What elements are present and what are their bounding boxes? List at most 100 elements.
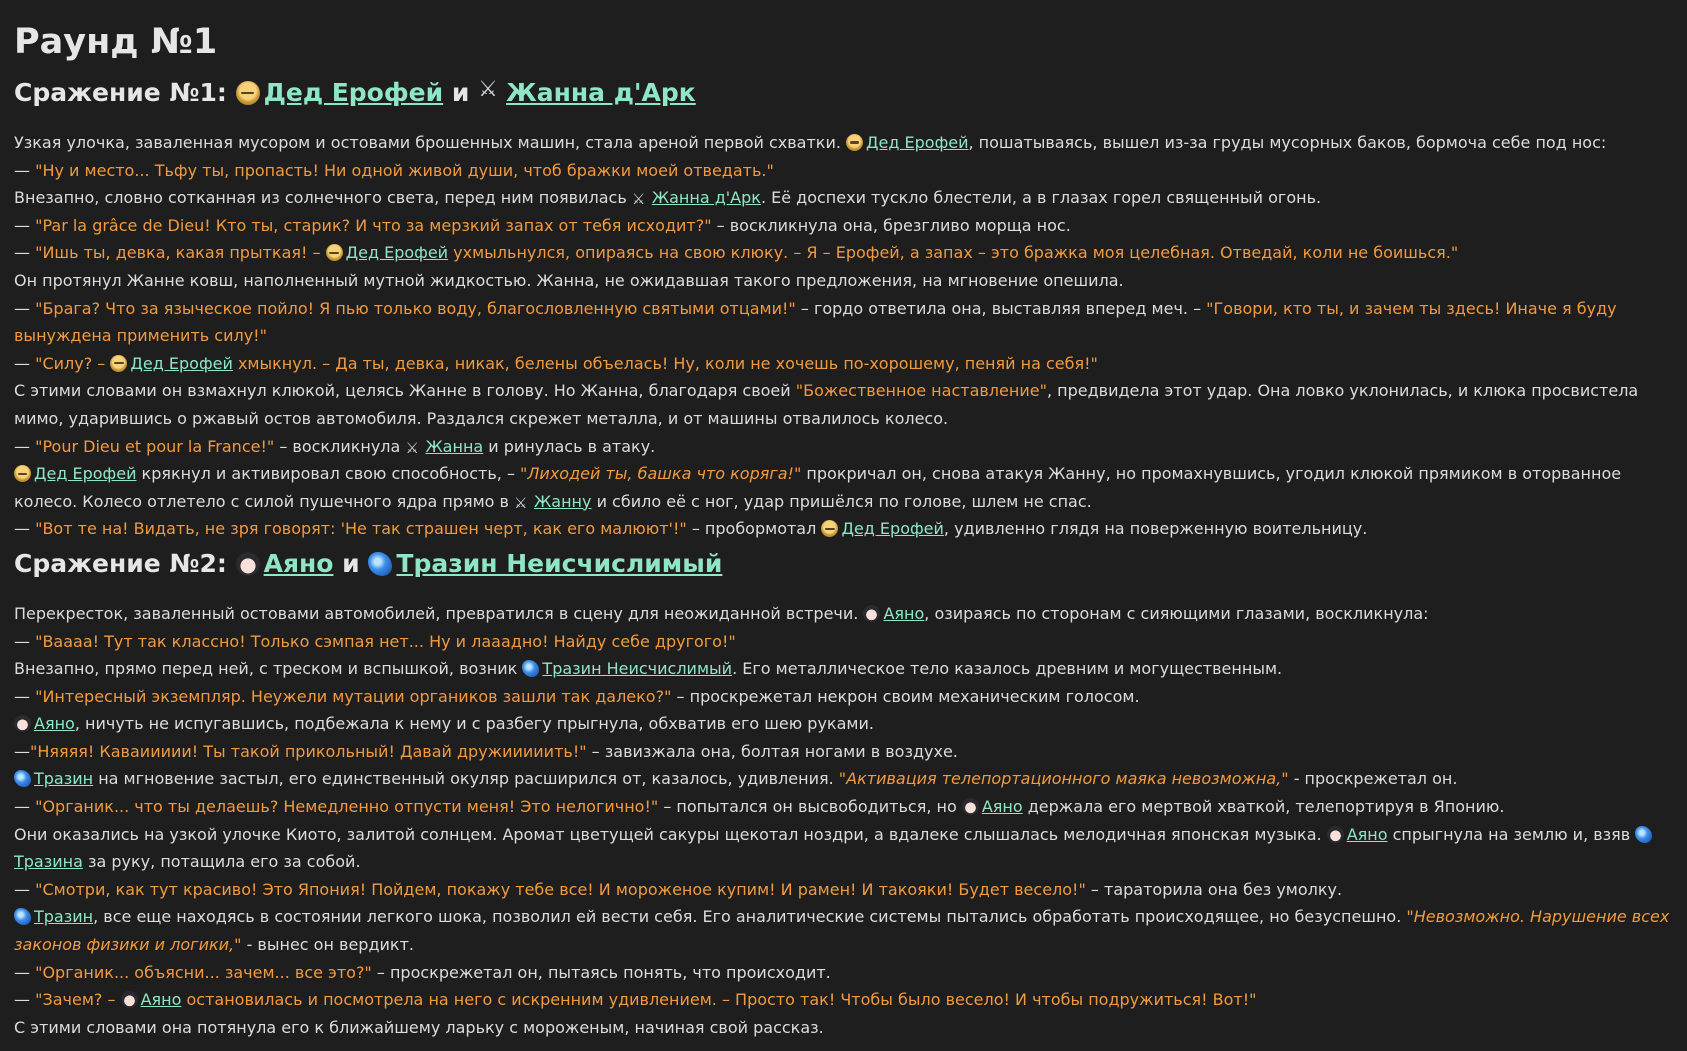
narration: спрыгнула на землю и, взяв	[1387, 824, 1631, 844]
link-ded-erofey[interactable]: Дед Ерофей	[866, 133, 968, 152]
paragraph: Внезапно, словно сотканная из солнечного…	[14, 184, 1673, 214]
link-trazin-neischislimyi[interactable]: Тразин Неисчислимый	[396, 549, 722, 578]
paragraph: С этими словами она потянула его к ближа…	[14, 1017, 824, 1037]
paragraph: — "Ишь ты, девка, какая прыткая! – Дед Е…	[14, 239, 1673, 267]
skill-name: "Божественное наставление"	[795, 381, 1047, 401]
narration: Узкая улочка, заваленная мусором и остов…	[14, 133, 841, 152]
narration: С этими словами он взмахнул клюкой, целя…	[14, 381, 796, 401]
narration: держала его мертвой хваткой, телепортиру…	[1022, 797, 1505, 817]
link-trazina[interactable]: Тразина	[14, 852, 83, 871]
battle-1-text: Узкая улочка, заваленная мусором и остов…	[14, 129, 1673, 543]
old-man-face-icon	[110, 354, 128, 372]
paragraph: — "Зачем? – Аяно остановилась и посмотре…	[14, 986, 1673, 1014]
paragraph: — "Ваааа! Тут так классно! Только сэмпая…	[14, 628, 1673, 656]
heading-and: и	[342, 548, 360, 578]
narration: и сбило её с ног, удар пришёлся по голов…	[591, 491, 1092, 511]
link-ayano[interactable]: Аяно	[34, 714, 75, 733]
dash: —	[14, 797, 36, 817]
link-ded-erofey[interactable]: Дед Ерофей	[841, 519, 943, 538]
link-trazin[interactable]: Тразин	[34, 769, 93, 788]
story-page: Раунд №1 Сражение №1: Дед Ерофей и Жанна…	[0, 0, 1687, 1041]
paragraph: — "Вот те на! Видать, не зря говорят: 'Н…	[14, 515, 1673, 543]
paragraph: Узкая улочка, заваленная мусором и остов…	[14, 129, 1673, 157]
old-man-face-icon	[14, 465, 31, 483]
paragraph: — "Смотри, как тут красиво! Это Япония! …	[14, 876, 1673, 904]
narration: Внезапно, прямо перед ней, с треском и в…	[14, 659, 518, 679]
link-ded-erofey[interactable]: Дед Ерофей	[264, 78, 444, 107]
old-man-face-icon	[325, 244, 343, 262]
dash: —	[14, 160, 36, 180]
speech: "Вот те на! Видать, не зря говорят: 'Не …	[35, 519, 687, 539]
anime-girl-face-icon	[1326, 825, 1344, 843]
link-ded-erofey[interactable]: Дед Ерофей	[130, 354, 232, 373]
narration: . Её доспехи тускло блестели, а в глазах…	[760, 188, 1322, 208]
link-zhanna-dark[interactable]: Жанна д'Арк	[652, 188, 761, 207]
crossed-swords-icon	[405, 435, 422, 463]
speech: хмыкнул. – Да ты, девка, никак, белены о…	[232, 353, 1098, 373]
speech: ухмыльнулся, опираясь на свою клюку. – Я…	[448, 243, 1459, 263]
skill-phrase: "Лиходей ты, башка что коряга!"	[520, 464, 802, 484]
paragraph: Тразин, все еще находясь в состоянии лег…	[14, 903, 1673, 958]
speech: остановилась и посмотрела на него с искр…	[181, 990, 1257, 1010]
narration: – тараторила она без умолку.	[1085, 879, 1343, 899]
narration: , пошатываясь, вышел из-за груды мусорны…	[968, 133, 1607, 152]
dash: —	[14, 215, 36, 235]
dash: —	[14, 686, 36, 706]
battle-1-label: Сражение №1:	[14, 78, 227, 107]
link-trazin-neischislimyi[interactable]: Тразин Неисчислимый	[542, 659, 732, 678]
paragraph: — "Ну и место... Тьфу ты, пропасть! Ни о…	[14, 157, 1673, 185]
link-ded-erofey[interactable]: Дед Ерофей	[34, 464, 136, 483]
speech: "Pour Dieu et pour la France!"	[35, 436, 275, 456]
blue-gem-icon	[14, 908, 31, 926]
crossed-swords-icon	[632, 186, 649, 214]
battle-2-label: Сражение №2:	[14, 548, 227, 578]
paragraph: — "Par la grâce de Dieu! Кто ты, старик?…	[14, 212, 1673, 240]
paragraph: Тразин на мгновение застыл, его единстве…	[14, 765, 1673, 793]
narration: – гордо ответила она, выставляя вперед м…	[795, 298, 1207, 318]
heading-and: и	[451, 78, 470, 107]
narration: – проскрежетал некрон своим механическим…	[671, 686, 1140, 706]
narration: крякнул и активировал свою способность, …	[136, 464, 521, 484]
link-ayano[interactable]: Аяно	[264, 549, 334, 578]
link-ayano[interactable]: Аяно	[982, 797, 1023, 816]
speech: "Органик... объясни... зачем... все это?…	[35, 962, 372, 982]
dash: —	[14, 741, 30, 761]
link-ded-erofey[interactable]: Дед Ерофей	[346, 243, 448, 262]
battle-2-heading: Сражение №2: Аяно и Тразин Неисчислимый	[14, 549, 1673, 578]
dash: —	[14, 298, 36, 318]
narration: Внезапно, словно сотканная из солнечного…	[14, 188, 627, 208]
anime-girl-face-icon	[120, 991, 138, 1009]
narration: и ринулась в атаку.	[483, 436, 656, 456]
narration: , все еще находясь в состоянии легкого ш…	[93, 907, 1407, 927]
narration: Перекресток, заваленный остовами автомоб…	[14, 603, 859, 623]
narration: на мгновение застыл, его единственный ок…	[93, 769, 839, 789]
paragraph: — "Интересный экземпляр. Неужели мутации…	[14, 683, 1673, 711]
link-zhannu[interactable]: Жанну	[534, 492, 591, 511]
paragraph: Дед Ерофей крякнул и активировал свою сп…	[14, 460, 1673, 517]
paragraph: — "Органик... что ты делаешь? Немедленно…	[14, 793, 1673, 821]
narration: – попытался он высвободиться, но	[658, 797, 957, 817]
paragraph: Внезапно, прямо перед ней, с треском и в…	[14, 655, 1673, 683]
paragraph: —"Няяяя! Каваиииии! Ты такой прикольный!…	[14, 738, 1673, 766]
link-ayano[interactable]: Аяно	[1347, 825, 1388, 844]
skill-phrase: "Активация телепортационного маяка невоз…	[838, 769, 1289, 789]
narration: - проскрежетал он.	[1288, 769, 1458, 789]
battle-1-heading: Сражение №1: Дед Ерофей и Жанна д'Арк	[14, 77, 1673, 107]
old-man-face-icon	[235, 81, 260, 105]
dash: —	[14, 519, 36, 539]
blue-gem-icon	[14, 770, 31, 788]
dash: —	[14, 353, 36, 373]
narration: Они оказались на узкой улочке Киото, зал…	[14, 824, 1322, 844]
blue-gem-icon	[522, 660, 540, 678]
speech: "Силу? –	[35, 353, 106, 373]
link-zhanna-dark[interactable]: Жанна д'Арк	[506, 78, 696, 107]
narration: , ничуть не испугавшись, подбежала к нем…	[74, 714, 874, 734]
crossed-swords-icon	[478, 77, 502, 105]
link-ayano[interactable]: Аяно	[883, 604, 924, 623]
narration: , озираясь по сторонам с сияющими глазам…	[924, 603, 1429, 623]
link-ayano[interactable]: Аяно	[141, 990, 182, 1009]
link-trazin[interactable]: Тразин	[34, 907, 93, 926]
link-zhanna[interactable]: Жанна	[425, 437, 483, 456]
paragraph: — "Pour Dieu et pour la France!" – воскл…	[14, 433, 1673, 463]
speech: "Ну и место... Тьфу ты, пропасть! Ни одн…	[35, 160, 774, 180]
